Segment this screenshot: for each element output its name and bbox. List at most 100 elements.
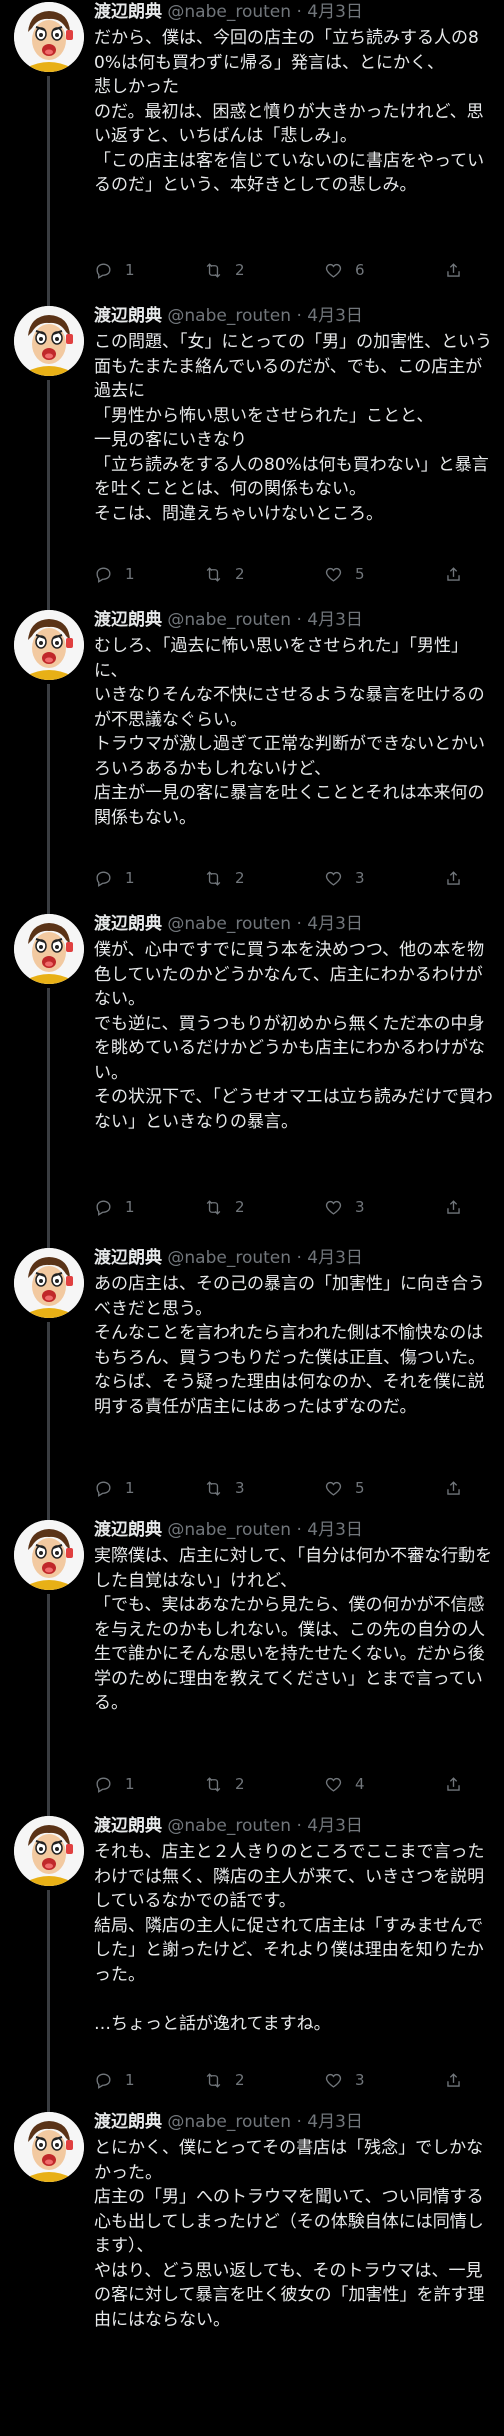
share-button[interactable] [444, 869, 475, 888]
author-name[interactable]: 渡辺朗典 [94, 610, 162, 630]
avatar-cartoon-face-icon [14, 1816, 84, 1886]
tweet-date[interactable]: 4月3日 [307, 914, 363, 934]
reply-count: 1 [125, 1198, 135, 1216]
share-button[interactable] [444, 1479, 475, 1498]
reply-button[interactable]: 1 [94, 565, 135, 584]
tweet-text: むしろ、「過去に怖い思いをさせられた」「男性」に、 いきなりそんな不快にさせるよ… [94, 636, 485, 828]
share-button[interactable] [444, 565, 475, 584]
like-button[interactable]: 3 [324, 1198, 365, 1217]
tweet-date[interactable]: 4月3日 [307, 610, 363, 630]
reply-count: 1 [125, 2071, 135, 2089]
reply-button[interactable]: 1 [94, 1198, 135, 1217]
tweet-date[interactable]: 4月3日 [307, 1520, 363, 1540]
avatar[interactable] [14, 1816, 84, 1886]
avatar-cartoon-face-icon [14, 306, 84, 376]
retweet-button[interactable]: 2 [204, 2071, 245, 2090]
tweet-date[interactable]: 4月3日 [307, 2, 363, 22]
separator: · [296, 306, 302, 326]
like-button[interactable]: 5 [324, 565, 365, 584]
avatar-cartoon-face-icon [14, 914, 84, 984]
retweet-count: 2 [235, 261, 245, 279]
tweet-text: それも、店主と２人きりのところでここまで言ったわけでは無く、隣店の主人が来て、い… [94, 1842, 485, 2034]
tweet-actions: 1 2 6 [94, 258, 474, 282]
thread-line [47, 684, 50, 914]
heart-icon [325, 871, 342, 886]
retweet-count: 2 [235, 2071, 245, 2089]
reply-count: 1 [125, 1479, 135, 1497]
retweet-button[interactable]: 2 [204, 565, 245, 584]
reply-button[interactable]: 1 [94, 1479, 135, 1498]
author-name[interactable]: 渡辺朗典 [94, 1816, 162, 1836]
author-name[interactable]: 渡辺朗典 [94, 2112, 162, 2132]
reply-button[interactable]: 1 [94, 869, 135, 888]
tweet-actions: 1 2 3 [94, 1195, 474, 1219]
thread-line [47, 1322, 50, 1520]
avatar[interactable] [14, 2, 84, 72]
like-count: 6 [355, 261, 365, 279]
retweet-button[interactable]: 3 [204, 1479, 245, 1498]
author-name[interactable]: 渡辺朗典 [94, 1248, 162, 1268]
avatar[interactable] [14, 914, 84, 984]
tweet-text: とにかく、僕にとってその書店は「残念」でしかなかった。 店主の「男」へのトラウマ… [94, 2138, 485, 2330]
author-handle[interactable]: @nabe_routen [167, 306, 291, 326]
author-handle[interactable]: @nabe_routen [167, 1248, 291, 1268]
reply-count: 1 [125, 869, 135, 887]
author-handle[interactable]: @nabe_routen [167, 2, 291, 22]
retweet-button[interactable]: 2 [204, 1775, 245, 1794]
avatar[interactable] [14, 610, 84, 680]
retweet-icon [206, 1480, 221, 1496]
like-button[interactable]: 3 [324, 869, 365, 888]
author-handle[interactable]: @nabe_routen [167, 610, 291, 630]
like-count: 3 [355, 2071, 365, 2089]
author-handle[interactable]: @nabe_routen [167, 1520, 291, 1540]
like-button[interactable]: 4 [324, 1775, 365, 1794]
like-button[interactable]: 5 [324, 1479, 365, 1498]
reply-button[interactable]: 1 [94, 261, 135, 280]
like-count: 3 [355, 1198, 365, 1216]
retweet-count: 3 [235, 1479, 245, 1497]
avatar[interactable] [14, 2112, 84, 2182]
avatar-cartoon-face-icon [14, 1248, 84, 1318]
tweet-date[interactable]: 4月3日 [307, 306, 363, 326]
retweet-button[interactable]: 2 [204, 869, 245, 888]
tweet-header: 渡辺朗典 @nabe_routen · 4月3日 [94, 608, 494, 632]
tweet-actions: 1 2 3 [94, 866, 474, 890]
like-button[interactable]: 3 [324, 2071, 365, 2090]
retweet-count: 2 [235, 1198, 245, 1216]
author-name[interactable]: 渡辺朗典 [94, 914, 162, 934]
reply-button[interactable]: 1 [94, 2071, 135, 2090]
reply-icon [96, 1480, 111, 1497]
like-count: 3 [355, 869, 365, 887]
separator: · [296, 1816, 302, 1836]
share-button[interactable] [444, 261, 475, 280]
tweet-header: 渡辺朗典 @nabe_routen · 4月3日 [94, 0, 494, 24]
author-name[interactable]: 渡辺朗典 [94, 2, 162, 22]
tweet-text: あの店主は、その己の暴言の「加害性」に向き合うべきだと思う。 そんなことを言われ… [94, 1274, 485, 1417]
tweet-header: 渡辺朗典 @nabe_routen · 4月3日 [94, 1814, 494, 1838]
share-button[interactable] [444, 1198, 475, 1217]
tweet-date[interactable]: 4月3日 [307, 1248, 363, 1268]
share-button[interactable] [444, 1775, 475, 1794]
avatar[interactable] [14, 1248, 84, 1318]
share-button[interactable] [444, 2071, 475, 2090]
reply-icon [96, 1776, 111, 1793]
retweet-button[interactable]: 2 [204, 261, 245, 280]
author-name[interactable]: 渡辺朗典 [94, 1520, 162, 1540]
reply-icon [96, 1199, 111, 1216]
tweet-header: 渡辺朗典 @nabe_routen · 4月3日 [94, 1246, 494, 1270]
author-handle[interactable]: @nabe_routen [167, 1816, 291, 1836]
avatar[interactable] [14, 306, 84, 376]
author-handle[interactable]: @nabe_routen [167, 914, 291, 934]
author-handle[interactable]: @nabe_routen [167, 2112, 291, 2132]
reply-icon [96, 2072, 111, 2089]
author-name[interactable]: 渡辺朗典 [94, 306, 162, 326]
retweet-button[interactable]: 2 [204, 1198, 245, 1217]
share-icon [447, 870, 460, 885]
tweet-date[interactable]: 4月3日 [307, 2112, 363, 2132]
like-button[interactable]: 6 [324, 261, 365, 280]
reply-button[interactable]: 1 [94, 1775, 135, 1794]
tweet-text: だから、僕は、今回の店主の「立ち読みする人の80%は何も買わずに帰る」発言は、と… [94, 28, 485, 195]
tweet-date[interactable]: 4月3日 [307, 1816, 363, 1836]
retweet-count: 2 [235, 1775, 245, 1793]
avatar[interactable] [14, 1520, 84, 1590]
